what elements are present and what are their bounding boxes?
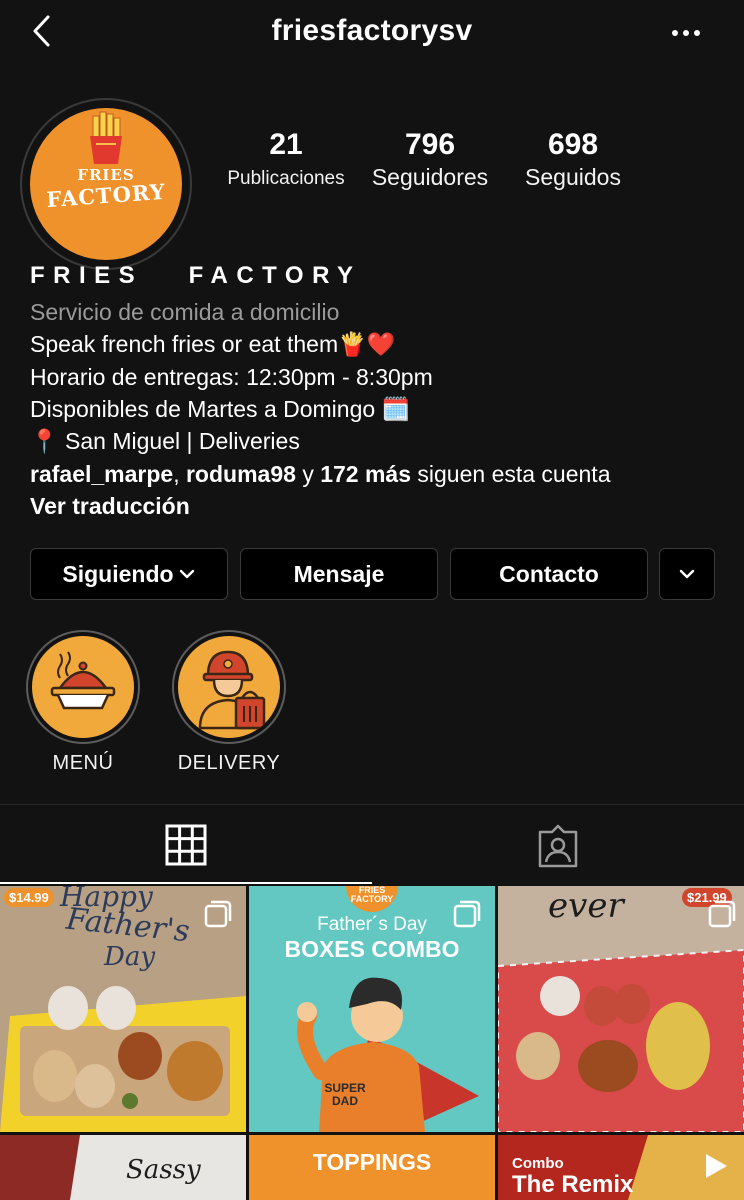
post-tile[interactable]: Happy Father's Day $14.99	[0, 886, 246, 1132]
contact-button-label: Contacto	[499, 560, 599, 587]
post-2-shirt-line-2: DAD	[332, 1094, 358, 1108]
highlight-delivery-label: DELIVERY	[177, 752, 281, 774]
chevron-down-icon	[179, 569, 194, 579]
bio-line-2: Horario de entregas: 12:30pm - 8:30pm	[30, 364, 433, 390]
profile-tab-bar	[0, 804, 744, 887]
more-options-button[interactable]	[666, 18, 706, 48]
following-button[interactable]: Siguiendo	[30, 548, 228, 600]
followed-by-user-2[interactable]: roduma98	[186, 461, 296, 487]
highlight-menu-label: MENÚ	[52, 752, 114, 774]
post-6-text-1: Combo	[512, 1155, 564, 1172]
following-button-label: Siguiendo	[62, 560, 174, 587]
multiple-photos-icon	[453, 900, 481, 928]
followed-by[interactable]: rafael_marpe, roduma98 y 172 más siguen …	[30, 458, 611, 490]
video-play-icon	[706, 1154, 727, 1178]
post-tile[interactable]: Combo The Remix	[498, 1135, 744, 1200]
post-tile[interactable]: ever $21.99	[498, 886, 744, 1132]
grid-icon	[165, 824, 207, 866]
see-translation-link[interactable]: Ver traducción	[30, 490, 190, 522]
stat-following[interactable]: 698 Seguidos	[510, 128, 636, 191]
display-name: FRIES FACTORY	[30, 262, 362, 289]
stat-posts[interactable]: 21 Publicaciones	[222, 128, 350, 190]
profile-username: friesfactorysv	[271, 14, 473, 47]
post-2-text-2: BOXES COMBO	[284, 936, 460, 962]
message-button[interactable]: Mensaje	[240, 548, 438, 600]
message-button-label: Mensaje	[293, 560, 385, 587]
multiple-photos-icon	[708, 900, 736, 928]
stat-followers-value: 796	[404, 128, 456, 161]
cup-image	[0, 1135, 246, 1200]
stat-posts-label: Publicaciones	[227, 168, 345, 189]
chevron-down-icon	[679, 569, 695, 579]
post-tile[interactable]: Sassy	[0, 1135, 246, 1200]
contact-button[interactable]: Contacto	[450, 548, 648, 600]
followed-by-user-1[interactable]: rafael_marpe	[30, 461, 173, 487]
followed-by-connector: y	[302, 461, 314, 487]
post-6-text-2: The Remix	[512, 1171, 634, 1198]
active-tab-indicator	[0, 882, 372, 884]
post-tile[interactable]: TOPPINGS	[249, 1135, 495, 1200]
profile-category: Servicio de comida a domicilio	[30, 299, 340, 325]
stat-following-value: 698	[547, 128, 599, 161]
bio-line-3: Disponibles de Martes a Domingo 🗓️	[30, 396, 411, 422]
stat-followers[interactable]: 796 Seguidores	[362, 128, 498, 191]
bio-line-4: 📍 San Miguel | Deliveries	[30, 428, 300, 454]
highlight-delivery-cover[interactable]	[178, 636, 280, 738]
avatar[interactable]: FRIES FACTORY	[30, 108, 182, 260]
highlight-menu-cover[interactable]	[32, 636, 134, 738]
more-horizontal-icon	[672, 30, 700, 36]
followed-by-separator: ,	[173, 461, 180, 487]
stat-followers-label: Seguidores	[371, 164, 489, 190]
post-tile[interactable]: FRIES FACTORY Father´s Day BOXES COMBO S…	[249, 886, 495, 1132]
tagged-person-icon	[538, 824, 578, 868]
covered-dish-icon	[50, 651, 116, 710]
post-1-price: $14.99	[4, 888, 54, 907]
followed-by-suffix: siguen esta cuenta	[417, 461, 611, 487]
post-2-shirt-text: SUPER DAD	[313, 1082, 377, 1108]
followed-by-count[interactable]: 172 más	[320, 461, 411, 487]
post-3-text-1: ever	[548, 886, 624, 926]
tab-tagged[interactable]	[518, 824, 598, 868]
tab-grid[interactable]	[146, 824, 226, 866]
stat-following-label: Seguidos	[525, 164, 621, 190]
bio-line-1: Speak french fries or eat them🍟❤️	[30, 331, 396, 357]
post-5-text-1: TOPPINGS	[312, 1149, 432, 1175]
suggested-accounts-button[interactable]	[659, 548, 715, 600]
stat-posts-value: 21	[269, 128, 303, 161]
post-4-text-1: Sassy	[126, 1155, 201, 1185]
post-1-text-3: Day	[104, 942, 156, 972]
delivery-person-icon	[198, 650, 266, 730]
multiple-photos-icon	[204, 900, 232, 928]
